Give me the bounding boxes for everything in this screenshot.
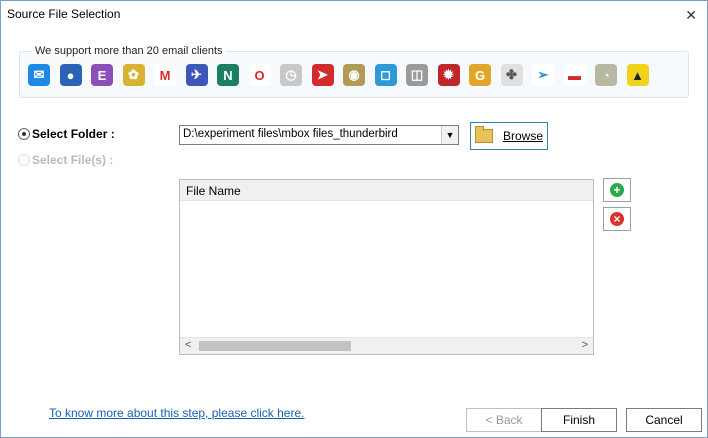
column-file-name[interactable]: File Name (186, 184, 241, 198)
select-folder-label: Select Folder : (32, 127, 115, 141)
title-bar: Source File Selection ✕ (1, 1, 707, 29)
horizontal-scrollbar[interactable]: < > (180, 337, 593, 354)
browse-button[interactable]: Browse (470, 122, 548, 150)
back-label: < Back (485, 413, 523, 427)
close-icon[interactable]: ✕ (685, 7, 697, 24)
source-file-selection-dialog: Source File Selection ✕ We support more … (0, 0, 708, 438)
client-icons-row: ✉ ● E ✿ M ✈ N O ◷ ➤ ◉ ◻ ◫ ✹ G ✤ ➢ ▬ ◔ ▲ (28, 64, 649, 86)
sylpheed-icon: ◫ (406, 64, 428, 86)
window-title: Source File Selection (7, 7, 121, 21)
back-button[interactable]: < Back (466, 408, 542, 432)
cancel-label: Cancel (645, 413, 683, 427)
add-file-button[interactable]: + (603, 178, 631, 202)
select-folder-radio[interactable] (18, 128, 30, 140)
remove-file-button[interactable]: × (603, 207, 631, 231)
folder-path-combobox[interactable]: D:\experiment files\mbox files_thunderbi… (179, 125, 459, 145)
folder-path-value: D:\experiment files\mbox files_thunderbi… (183, 128, 398, 140)
entourage-icon: E (91, 64, 113, 86)
finish-button[interactable]: Finish (541, 408, 617, 432)
outlook-icon: ✉ (28, 64, 50, 86)
spicebird-icon: ◻ (374, 64, 397, 86)
apple-mail-icon: ◷ (280, 64, 302, 86)
select-files-radio[interactable] (18, 154, 30, 166)
postbox-icon: ✈ (185, 64, 208, 86)
gyazmail-icon: G (469, 64, 491, 86)
the-bat-icon: ▲ (626, 64, 649, 86)
add-icon: + (610, 183, 624, 197)
remove-icon: × (610, 212, 624, 226)
evolution-icon: ◔ (595, 64, 617, 86)
mail-envelope-icon: ▬ (563, 64, 586, 86)
select-files-label: Select File(s) : (32, 153, 114, 167)
netscape-icon: N (217, 64, 239, 86)
seamonkey-icon: ◉ (343, 64, 365, 86)
help-link[interactable]: To know more about this step, please cli… (49, 406, 304, 420)
claws-mail-icon: ✤ (500, 64, 523, 86)
supported-clients-label: We support more than 20 email clients (32, 45, 226, 57)
scroll-left-icon[interactable]: < (185, 339, 191, 351)
opera-icon: O (248, 64, 271, 86)
chevron-down-icon[interactable]: ▼ (441, 126, 458, 144)
sparrow-icon: ➢ (532, 64, 554, 86)
file-list-grid[interactable]: File Name < > (179, 179, 594, 355)
scrollbar-thumb[interactable] (199, 341, 351, 351)
supported-clients-box: We support more than 20 email clients ✉ ●… (19, 45, 689, 98)
folder-icon (474, 126, 493, 143)
powermail-icon: ➤ (311, 64, 334, 86)
eudora-icon: ✿ (122, 64, 145, 86)
browse-label: Browse (502, 129, 543, 143)
mulberry-icon: ✹ (437, 64, 460, 86)
thunderbird-icon: ● (59, 64, 82, 86)
finish-label: Finish (562, 413, 595, 427)
cancel-button[interactable]: Cancel (626, 408, 702, 432)
scroll-right-icon[interactable]: > (582, 339, 588, 351)
gmail-icon: M (154, 64, 176, 86)
grid-header: File Name (180, 180, 593, 201)
